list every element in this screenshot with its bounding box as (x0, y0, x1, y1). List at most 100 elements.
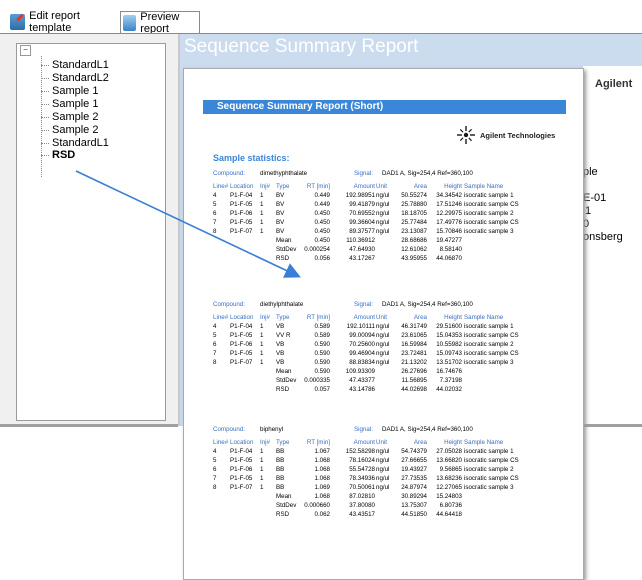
table-cell: 87.02810 (349, 493, 375, 500)
table-cell: isocratic sample CS (464, 475, 519, 482)
table-cell: Mean (276, 493, 292, 500)
table-cell: StdDev (276, 377, 297, 384)
tab-edit-report-template[interactable]: Edit report template (8, 10, 120, 34)
table-cell: 23.61065 (401, 332, 427, 339)
table-cell: BV (276, 201, 285, 208)
table-cell: 0.000254 (304, 246, 330, 253)
table-header-row: Line# Location Inj# Type RT [min] Amount Unit A… (213, 439, 558, 448)
table-cell: Inj# (260, 314, 270, 321)
sample-tree[interactable]: − StandardL1 StandardL2 Sample 1 Sample 1 Sa… (16, 43, 166, 421)
table-cell: 1 (260, 192, 264, 199)
table-cell: BB (276, 457, 285, 464)
table-cell: 78.16024 (349, 457, 375, 464)
table-cell: 192.98951 (345, 192, 375, 199)
table-cell: VV R (276, 332, 291, 339)
table-cell: 1 (260, 341, 264, 348)
table-cell: Area (413, 314, 427, 321)
table-row: 5 P1-F-05 1 BV 0.449 99.41879 ng/ul 25.78880 17.… (213, 201, 558, 210)
table-cell: isocratic sample 1 (464, 323, 514, 330)
compound-label: Compound: (213, 170, 245, 177)
table-cell: 0.057 (314, 386, 330, 393)
compound-section: Compound: dimethyphthalate Signal: DAD1 A, … (213, 170, 558, 264)
table-cell: Inj# (260, 439, 270, 446)
tree-collapse-toggle[interactable]: − (20, 45, 31, 56)
table-cell: Inj# (260, 183, 270, 190)
table-cell: 6.80736 (439, 502, 462, 509)
table-cell: 47.43377 (349, 377, 375, 384)
table-cell: Amount (353, 314, 375, 321)
tree-item[interactable]: Sample 1 (41, 97, 98, 111)
table-cell: Type (276, 439, 290, 446)
table-cell: 10.55982 (436, 341, 462, 348)
table-cell: 1.068 (314, 493, 330, 500)
table-cell: 109.93309 (345, 368, 375, 375)
table-cell: P1-F-05 (230, 219, 253, 226)
table-cell: 23.13087 (401, 228, 427, 235)
stats-row: StdDev 0.000335 47.43377 11.56895 7.37198 (213, 377, 558, 386)
compound-name: diethylphthalate (260, 301, 304, 308)
back-page-text: onsberg (583, 231, 623, 243)
table-cell: ng/ul (376, 457, 390, 464)
tree-item[interactable]: RSD (41, 148, 75, 162)
stats-row: RSD 0.056 43.17267 43.95955 44.06870 (213, 255, 558, 264)
table-cell: 15.04353 (436, 332, 462, 339)
table-cell: Height (444, 183, 462, 190)
table-cell: Unit (376, 314, 388, 321)
table-cell: isocratic sample 3 (464, 359, 514, 366)
tree-item[interactable]: Sample 2 (41, 110, 98, 124)
table-cell: Area (413, 183, 427, 190)
tree-item[interactable]: Sample 2 (41, 123, 98, 137)
table-cell: ng/ul (376, 475, 390, 482)
table-cell: 0.590 (314, 359, 330, 366)
table-cell: 0.449 (314, 201, 330, 208)
table-cell: Location (230, 183, 254, 190)
table-cell: 5 (213, 457, 217, 464)
tree-item-label: RSD (52, 149, 76, 161)
table-cell: 54.74379 (401, 448, 427, 455)
table-cell: 99.36604 (349, 219, 375, 226)
table-cell: 0.590 (314, 350, 330, 357)
table-cell: ng/ul (376, 466, 390, 473)
table-row: 5 P1-F-05 1 BB 1.068 78.16024 ng/ul 27.66655 13.… (213, 457, 558, 466)
tree-item[interactable]: StandardL2 (41, 71, 109, 85)
tree-item[interactable]: Sample 1 (41, 84, 98, 98)
tree-item[interactable]: StandardL1 (41, 58, 109, 72)
table-cell: BV (276, 228, 285, 235)
tab-preview-report[interactable]: Preview report (120, 11, 200, 35)
table-cell: 0.062 (314, 511, 330, 518)
table-cell: 25.78880 (401, 201, 427, 208)
table-cell: 7 (213, 475, 217, 482)
table-cell: 7 (213, 350, 217, 357)
table-cell: ng/ul (376, 448, 390, 455)
table-cell: BV (276, 210, 285, 217)
table-cell: 152.58298 (345, 448, 375, 455)
table-cell: isocratic sample CS (464, 350, 519, 357)
signal-value: DAD1 A, Sig=254,4 Ref=360,100 (382, 170, 473, 177)
table-cell: 0.589 (314, 332, 330, 339)
table-row: 8 P1-F-07 1 VB 0.590 88.83834 ng/ul 21.13202 13.… (213, 359, 558, 368)
table-cell: ng/ul (376, 332, 390, 339)
table-cell: 0.450 (314, 228, 330, 235)
table-cell: 27.73535 (401, 475, 427, 482)
table-cell: 1 (260, 228, 264, 235)
table-cell: 29.51600 (436, 323, 462, 330)
table-cell: 13.51702 (436, 359, 462, 366)
table-row: 7 P1-F-05 1 BV 0.450 99.36604 ng/ul 25.77484 17.… (213, 219, 558, 228)
table-cell: isocratic sample 2 (464, 466, 514, 473)
table-cell: P1-F-05 (230, 475, 253, 482)
table-cell: 1 (260, 484, 264, 491)
stats-row: Mean 0.590 109.93309 26.27696 16.74676 (213, 368, 558, 377)
table-cell: ng/ul (376, 192, 390, 199)
table-cell: isocratic sample 3 (464, 228, 514, 235)
table-cell: 0.450 (314, 237, 330, 244)
table-cell: 0.590 (314, 368, 330, 375)
table-row: 7 P1-F-05 1 VB 0.590 99.46904 ng/ul 23.72481 15.… (213, 350, 558, 359)
table-cell: P1-F-04 (230, 448, 253, 455)
table-cell: 0.590 (314, 341, 330, 348)
table-cell: 27.66655 (401, 457, 427, 464)
table-cell: Location (230, 439, 254, 446)
table-cell: 30.89294 (401, 493, 427, 500)
table-cell: P1-F-06 (230, 466, 253, 473)
signal-label: Signal: (354, 170, 373, 177)
table-cell: 44.64418 (436, 511, 462, 518)
